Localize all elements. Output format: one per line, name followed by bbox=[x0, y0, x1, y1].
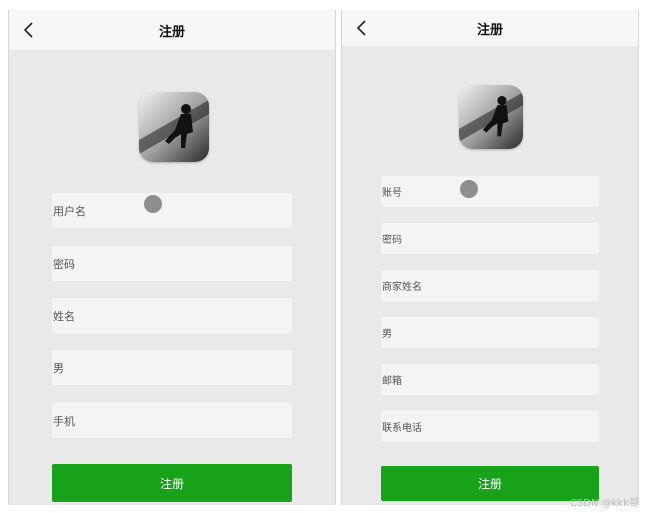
contact-phone-field[interactable]: 联系电话 bbox=[381, 411, 599, 442]
password-label: 密码 bbox=[53, 257, 75, 271]
avatar[interactable] bbox=[459, 85, 523, 149]
avatar[interactable] bbox=[139, 92, 209, 162]
right-register-screen: 注册 账号 密码 商家姓名 男 邮箱 联系电话 注册 bbox=[341, 10, 639, 505]
watermark: CSDN @kkk哥 bbox=[569, 498, 639, 509]
left-navbar: 注册 bbox=[9, 10, 335, 50]
email-label: 邮箱 bbox=[382, 376, 402, 387]
back-arrow-icon[interactable] bbox=[21, 20, 37, 40]
password-field[interactable]: 密码 bbox=[52, 246, 292, 281]
back-arrow-icon[interactable] bbox=[354, 18, 370, 38]
left-register-screen: 注册 用户名 密码 姓名 男 手机 注册 bbox=[8, 10, 336, 505]
username-label: 用户名 bbox=[53, 204, 86, 218]
page-title: 注册 bbox=[476, 22, 503, 38]
merchant-name-field[interactable]: 商家姓名 bbox=[381, 270, 599, 301]
name-field[interactable]: 姓名 bbox=[52, 298, 292, 333]
right-navbar: 注册 bbox=[342, 10, 638, 46]
touch-indicator bbox=[460, 180, 478, 198]
email-field[interactable]: 邮箱 bbox=[381, 364, 599, 395]
phone-field[interactable]: 手机 bbox=[52, 403, 292, 438]
password-label: 密码 bbox=[382, 235, 402, 246]
merchant-name-label: 商家姓名 bbox=[382, 282, 422, 293]
account-field[interactable]: 账号 bbox=[381, 176, 599, 207]
register-button[interactable]: 注册 bbox=[381, 466, 599, 501]
username-field[interactable]: 用户名 bbox=[52, 193, 292, 228]
gender-label: 男 bbox=[53, 361, 64, 375]
touch-indicator bbox=[144, 195, 162, 213]
gender-label: 男 bbox=[382, 329, 392, 340]
page-title: 注册 bbox=[158, 24, 185, 40]
name-label: 姓名 bbox=[53, 309, 75, 323]
password-field[interactable]: 密码 bbox=[381, 223, 599, 254]
gender-field[interactable]: 男 bbox=[52, 350, 292, 385]
phone-label: 手机 bbox=[53, 414, 75, 428]
gender-field[interactable]: 男 bbox=[381, 317, 599, 348]
contact-phone-label: 联系电话 bbox=[382, 423, 422, 434]
register-button[interactable]: 注册 bbox=[52, 464, 292, 502]
account-label: 账号 bbox=[382, 188, 402, 199]
